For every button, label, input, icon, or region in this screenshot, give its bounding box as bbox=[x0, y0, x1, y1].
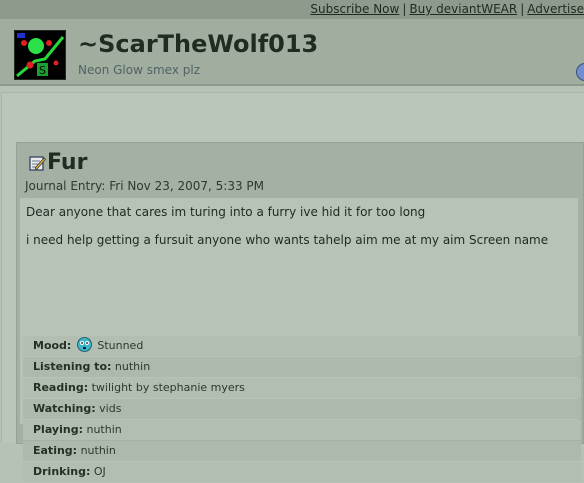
reading-label: Reading: bbox=[33, 381, 89, 394]
journal-entry: Fur Journal Entry: Fri Nov 23, 2007, 5:3… bbox=[16, 142, 584, 482]
drinking-row: Drinking: OJ bbox=[23, 462, 581, 482]
reading-value: twilight by stephanie myers bbox=[91, 381, 245, 394]
journal-title[interactable]: Fur bbox=[47, 149, 87, 177]
playing-row: Playing: nuthin bbox=[23, 420, 581, 440]
journal-date: Journal Entry: Fri Nov 23, 2007, 5:33 PM bbox=[25, 179, 264, 193]
listening-row: Listening to: nuthin bbox=[23, 357, 581, 377]
eating-label: Eating: bbox=[33, 444, 78, 457]
stunned-face-icon bbox=[76, 337, 92, 352]
listening-label: Listening to: bbox=[33, 360, 112, 373]
profile-tagline: Neon Glow smex plz bbox=[78, 63, 201, 77]
advertise-link[interactable]: Advertise bbox=[527, 2, 584, 16]
playing-value: nuthin bbox=[86, 423, 122, 436]
mood-row: Mood: Stunned bbox=[23, 336, 581, 356]
mood-table: Mood: Stunned Listening to: nuthin Readi… bbox=[23, 336, 581, 483]
drinking-label: Drinking: bbox=[33, 465, 91, 478]
listening-value: nuthin bbox=[114, 360, 151, 373]
journal-text: Dear anyone that cares im turing into a … bbox=[26, 205, 566, 261]
neon-glow-avatar-icon: S bbox=[15, 31, 65, 79]
watching-label: Watching: bbox=[33, 402, 96, 415]
link-separator: | bbox=[520, 2, 525, 16]
reading-row: Reading: twilight by stephanie myers bbox=[23, 378, 581, 398]
playing-label: Playing: bbox=[33, 423, 83, 436]
eating-value: nuthin bbox=[80, 444, 116, 457]
watching-value: vids bbox=[99, 402, 122, 415]
mood-value: Stunned bbox=[97, 339, 144, 352]
eating-row: Eating: nuthin bbox=[23, 441, 581, 461]
subscribe-now-link[interactable]: Subscribe Now bbox=[310, 2, 399, 16]
mood-label: Mood: bbox=[33, 339, 72, 352]
journal-edit-icon[interactable] bbox=[29, 155, 46, 172]
journal-body: Dear anyone that cares im turing into a … bbox=[20, 198, 581, 482]
top-bar: Subscribe Now | Buy deviantWEAR | Advertise bbox=[0, 0, 584, 19]
drinking-value: OJ bbox=[93, 465, 106, 478]
watching-row: Watching: vids bbox=[23, 399, 581, 419]
username[interactable]: ~ScarTheWolf013 bbox=[78, 29, 318, 59]
top-links: Subscribe Now | Buy deviantWEAR | Advertise bbox=[310, 1, 584, 18]
avatar-letter: S bbox=[39, 64, 46, 77]
avatar[interactable]: S bbox=[14, 30, 66, 80]
journal-paragraph: i need help getting a fursuit anyone who… bbox=[26, 233, 549, 247]
link-separator: | bbox=[402, 2, 407, 16]
buy-deviantwear-link[interactable]: Buy deviantWEAR bbox=[409, 2, 517, 16]
journal-paragraph: Dear anyone that cares im turing into a … bbox=[26, 205, 426, 219]
